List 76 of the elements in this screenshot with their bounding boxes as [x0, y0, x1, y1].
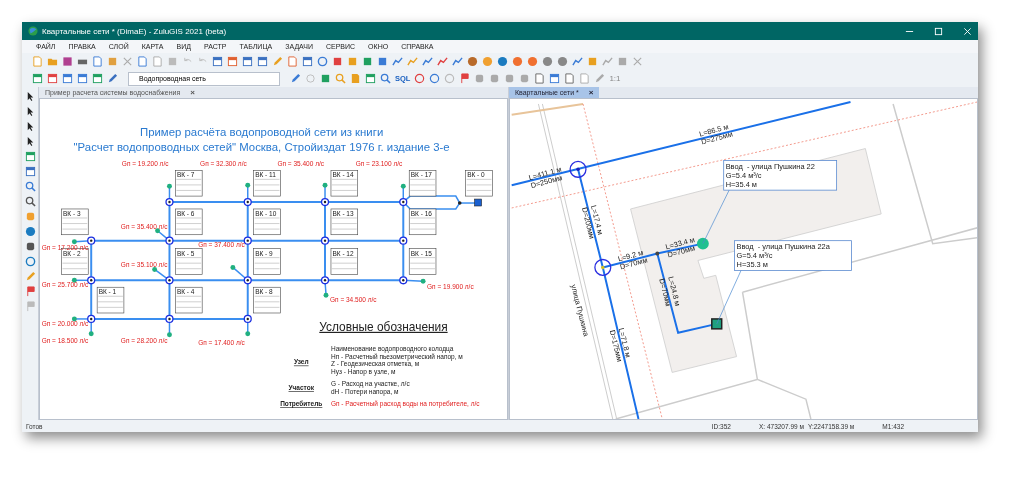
document-icon[interactable]: [350, 73, 361, 84]
node-label-card: [61, 248, 89, 275]
leader-line: [702, 188, 730, 244]
table-icon[interactable]: [257, 56, 268, 67]
table-icon[interactable]: [549, 73, 561, 84]
circle-icon[interactable]: [414, 73, 426, 84]
table-icon[interactable]: [92, 73, 103, 84]
chart-icon[interactable]: [452, 56, 463, 67]
pencil-icon[interactable]: [107, 73, 118, 84]
circle-icon[interactable]: [444, 73, 456, 84]
node-label-card: [330, 248, 358, 275]
table-icon[interactable]: [32, 73, 43, 84]
close-tab-button[interactable]: ×: [588, 87, 594, 98]
document-icon[interactable]: [564, 73, 576, 84]
magnifier-icon[interactable]: [24, 196, 36, 207]
document-icon[interactable]: [534, 73, 546, 84]
node-label-card: [408, 248, 437, 275]
leader-line: [716, 269, 742, 325]
chart-icon[interactable]: [422, 56, 433, 67]
table-icon[interactable]: [47, 73, 58, 84]
document-icon[interactable]: [32, 56, 43, 67]
square-icon[interactable]: [332, 56, 343, 67]
pencil-icon[interactable]: [24, 271, 36, 282]
circle-icon[interactable]: [512, 56, 523, 67]
table-icon[interactable]: [24, 166, 36, 177]
pencil-icon[interactable]: [594, 73, 606, 84]
document-icon[interactable]: [287, 56, 298, 67]
circle-icon[interactable]: [557, 56, 568, 67]
diagram-title: Пример расчёта водопроводной сети из книги: [140, 125, 384, 138]
flag-icon[interactable]: [24, 286, 36, 297]
square-icon[interactable]: [24, 241, 36, 252]
square-icon[interactable]: [377, 56, 388, 67]
diagram-title: "Расчет водопроводных сетей" Москва, Стройиздат 1976 г. издание 3-е: [73, 140, 450, 153]
document-icon[interactable]: [92, 56, 103, 67]
circle-icon[interactable]: [497, 56, 508, 67]
square-icon[interactable]: [320, 73, 331, 84]
circle-icon[interactable]: [429, 73, 441, 84]
magnifier-icon[interactable]: [24, 181, 36, 192]
table-icon[interactable]: [77, 73, 88, 84]
globe-icon: [28, 26, 38, 36]
chart-icon[interactable]: [437, 56, 448, 67]
window-title: Квартальные сети * (DimaE) - ZuluGIS 2021 (beta): [42, 26, 227, 36]
table-icon[interactable]: [365, 73, 376, 84]
table-icon[interactable]: [212, 56, 223, 67]
chart-icon[interactable]: [407, 56, 418, 67]
save-icon[interactable]: [62, 56, 73, 67]
chart-icon[interactable]: [602, 56, 613, 67]
table-icon[interactable]: [62, 73, 73, 84]
cross-icon[interactable]: [632, 56, 643, 67]
circle-icon[interactable]: [482, 56, 493, 67]
folder-icon[interactable]: [47, 56, 58, 67]
legend-heading: Условные обозначения: [319, 319, 448, 334]
table-icon[interactable]: [302, 56, 313, 67]
flag-icon[interactable]: [24, 301, 36, 312]
chart-icon[interactable]: [572, 56, 583, 67]
node-label-card: [253, 248, 281, 275]
maximize-icon[interactable]: [934, 26, 943, 36]
node-label-card: [175, 248, 203, 275]
document-icon[interactable]: [137, 56, 148, 67]
flag-icon[interactable]: [459, 73, 471, 84]
pencil-icon[interactable]: [272, 56, 283, 67]
circle-icon[interactable]: [24, 226, 36, 237]
chart-icon[interactable]: [392, 56, 403, 67]
table-icon[interactable]: [242, 56, 253, 67]
circle-icon[interactable]: [467, 56, 478, 67]
pencil-icon[interactable]: [290, 73, 301, 84]
document-icon[interactable]: [152, 56, 163, 67]
magnifier-icon[interactable]: [380, 73, 391, 84]
document-icon[interactable]: [579, 73, 591, 84]
close-tab-button[interactable]: ×: [190, 87, 195, 98]
close-icon[interactable]: [963, 26, 972, 36]
circle-icon[interactable]: [542, 56, 553, 67]
circle-icon[interactable]: [527, 56, 538, 67]
cross-icon[interactable]: [122, 56, 133, 67]
table-icon[interactable]: [227, 56, 238, 67]
square-icon[interactable]: [362, 56, 373, 67]
